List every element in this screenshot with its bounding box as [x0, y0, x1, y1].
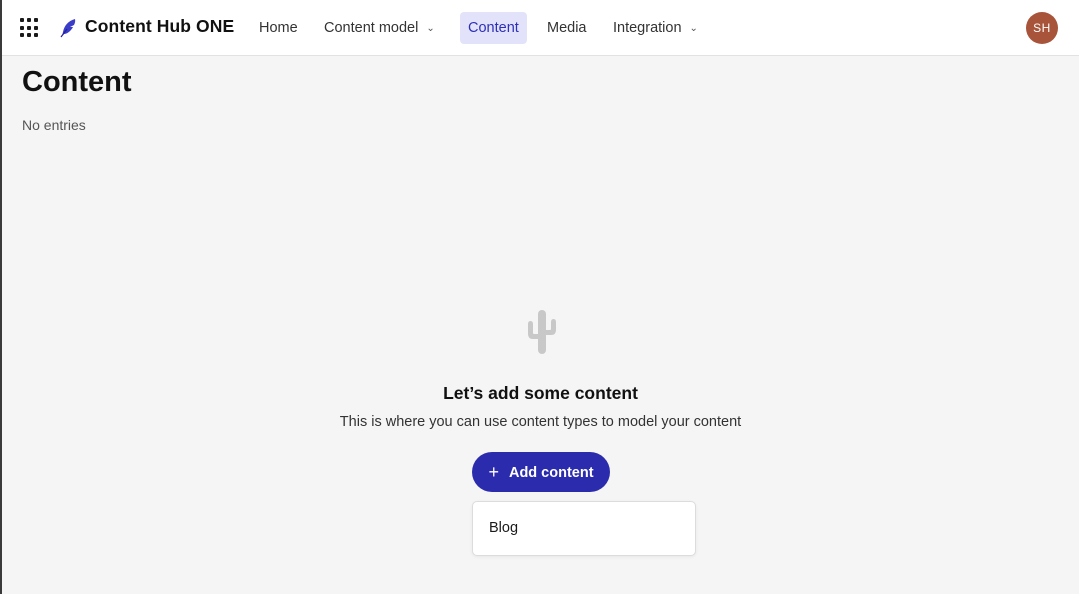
brand-name[interactable]: Content Hub ONE: [85, 16, 234, 37]
nav-home[interactable]: Home: [251, 12, 306, 44]
plus-icon: +: [488, 462, 499, 482]
nav-media[interactable]: Media: [539, 12, 595, 44]
chevron-down-icon: ⌄: [689, 23, 698, 34]
nav-content-model-label: Content model: [324, 20, 419, 36]
page-title: Content: [22, 66, 132, 98]
app-switcher-grid-icon[interactable]: [20, 18, 40, 38]
chevron-down-icon: ⌄: [426, 23, 435, 34]
nav-integration-label: Integration: [613, 20, 682, 36]
nav-integration[interactable]: Integration ⌄: [605, 12, 706, 44]
content-type-dropdown: Blog: [472, 501, 696, 556]
add-content-button[interactable]: + Add content: [472, 452, 610, 492]
nav-media-label: Media: [547, 20, 587, 36]
user-avatar[interactable]: SH: [1026, 12, 1058, 44]
dropdown-item-blog[interactable]: Blog: [489, 520, 518, 536]
nav-content-label: Content: [468, 20, 519, 36]
add-content-label: Add content: [508, 465, 594, 481]
empty-state-description: This is where you can use content types …: [339, 414, 742, 430]
entries-status: No entries: [22, 117, 86, 133]
nav-content-model[interactable]: Content model ⌄: [316, 12, 443, 44]
feather-logo-icon: [60, 19, 76, 38]
empty-state-title: Let’s add some content: [443, 383, 638, 403]
top-navigation-bar: Content Hub ONE Home Content model ⌄ Cont…: [2, 0, 1079, 56]
nav-content[interactable]: Content: [460, 12, 527, 44]
nav-home-label: Home: [259, 20, 298, 36]
cactus-icon: [528, 310, 556, 354]
